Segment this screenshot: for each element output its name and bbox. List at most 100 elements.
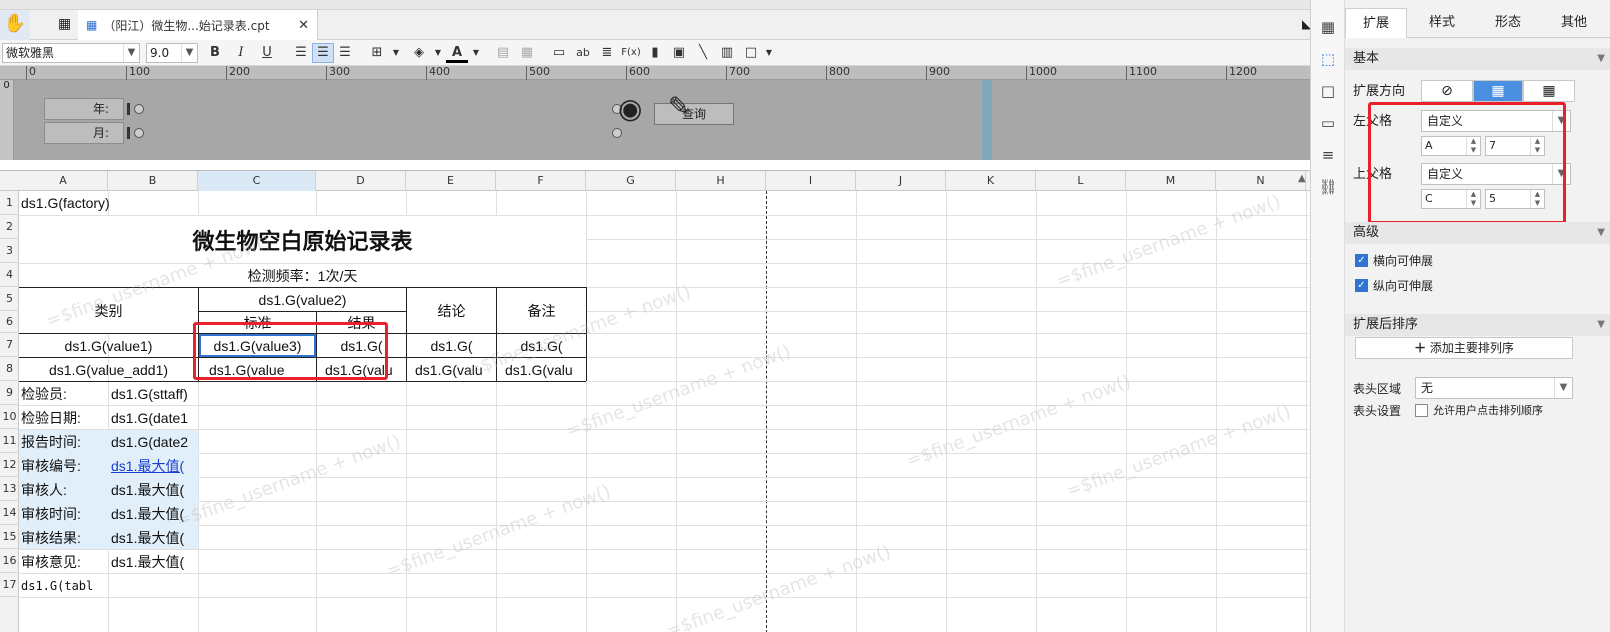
row-header[interactable]: 11	[0, 429, 19, 453]
column-header[interactable]: A	[19, 171, 108, 191]
cell-element-icon[interactable]: ⬚	[1317, 48, 1339, 70]
audit-time-label[interactable]: 审核时间:	[19, 502, 108, 525]
row-header[interactable]: 12	[0, 453, 19, 477]
month-label[interactable]: 月:	[44, 122, 124, 144]
square-icon[interactable]: □	[1317, 80, 1339, 102]
row-header[interactable]: 1	[0, 191, 19, 215]
subreport-icon[interactable]: ▥	[716, 43, 738, 63]
row-header[interactable]: 14	[0, 501, 19, 525]
text-field-icon[interactable]: ▭	[548, 43, 570, 63]
advanced-section-header[interactable]: 高级 ▼	[1345, 222, 1610, 244]
tab-menu-icon[interactable]: ◣	[1302, 17, 1310, 31]
tab-other[interactable]: 其他	[1543, 8, 1605, 38]
row-header[interactable]: 9	[0, 381, 19, 405]
date1-cell[interactable]: ds1.G(date1	[109, 406, 198, 429]
column-header[interactable]: F	[496, 171, 586, 191]
chevron-up-icon[interactable]: ▲	[1298, 173, 1306, 184]
grid-view-icon[interactable]: ▦	[58, 16, 71, 32]
no-expand-button[interactable]: ⊘	[1421, 80, 1473, 102]
add-sort-button[interactable]: ＋ 添加主要排列序	[1355, 337, 1573, 359]
cell-a17[interactable]: ds1.G(tabl	[19, 574, 108, 597]
rich-text-icon[interactable]: ≣	[596, 43, 618, 63]
sort-section-header[interactable]: 扩展后排序 ▼	[1345, 314, 1610, 336]
tab-report-file[interactable]: ▦ （阳江）微生物...始记录表.cpt ✕	[78, 10, 318, 40]
audit-opinion-label[interactable]: 审核意见:	[19, 550, 108, 573]
row-header[interactable]: 13	[0, 477, 19, 501]
font-family-select[interactable]: 微软雅黑 ▼	[2, 43, 140, 63]
cell-a8[interactable]: ds1.G(value_add1)	[19, 358, 198, 381]
merge-cells-icon[interactable]: ▤	[492, 43, 514, 63]
tab-style[interactable]: 样式	[1411, 8, 1473, 38]
row-header[interactable]: 2	[0, 215, 19, 239]
year-label[interactable]: 年:	[44, 98, 124, 120]
column-header[interactable]: G	[586, 171, 676, 191]
chart-icon[interactable]: ▮	[644, 43, 666, 63]
formula-button[interactable]: F(x)	[620, 43, 642, 63]
row-header[interactable]: 10	[0, 405, 19, 429]
auditor-cell[interactable]: ds1.最大值(	[109, 478, 198, 501]
column-header[interactable]: K	[946, 171, 1036, 191]
staff-cell[interactable]: ds1.G(sttaff)	[109, 382, 198, 405]
tab-expand[interactable]: 扩展	[1345, 8, 1407, 38]
font-size-select[interactable]: 9.0 ▼	[146, 43, 198, 63]
align-center-icon[interactable]: ☰	[312, 43, 334, 63]
column-header[interactable]: M	[1126, 171, 1216, 191]
h-extend-checkbox[interactable]: ✓	[1355, 254, 1368, 267]
column-header[interactable]: B	[108, 171, 198, 191]
slash-icon[interactable]: ╲	[692, 43, 714, 63]
image-icon[interactable]: ▣	[668, 43, 690, 63]
row-header[interactable]: 3	[0, 239, 19, 263]
cell-attribute-icon[interactable]: ▦	[1317, 16, 1339, 38]
audit-number-label[interactable]: 审核编号:	[19, 454, 108, 477]
column-header[interactable]: N	[1216, 171, 1306, 191]
column-header[interactable]: I	[766, 171, 856, 191]
column-header[interactable]: J	[856, 171, 946, 191]
header-area-select[interactable]: 无 ▼	[1415, 377, 1573, 399]
text-cell-button[interactable]: ab	[572, 43, 594, 63]
designer-logo-icon[interactable]: ✋	[0, 10, 30, 40]
basic-section-header[interactable]: 基本 ▼	[1345, 48, 1610, 70]
row-header[interactable]: 8	[0, 357, 19, 381]
column-header[interactable]: E	[406, 171, 496, 191]
report-time-label[interactable]: 报告时间:	[19, 430, 108, 453]
underline-button[interactable]: U	[256, 43, 278, 63]
chevron-down-icon[interactable]: ▼	[758, 43, 780, 63]
cell-e7[interactable]: ds1.G(	[407, 334, 496, 357]
widget-radio[interactable]	[612, 128, 622, 138]
date2-cell[interactable]: ds1.G(date2	[109, 430, 198, 453]
link-icon[interactable]: ⛓	[1317, 176, 1339, 198]
horizontal-expand-button[interactable]: ▦	[1523, 80, 1575, 102]
tab-form[interactable]: 形态	[1477, 8, 1539, 38]
value2-header[interactable]: ds1.G(value2)	[199, 288, 406, 311]
bold-button[interactable]: B	[204, 43, 226, 63]
column-header[interactable]: L	[1036, 171, 1126, 191]
condition-icon[interactable]: ≡	[1317, 144, 1339, 166]
row-header[interactable]: 16	[0, 549, 19, 573]
month-radio[interactable]	[134, 128, 144, 138]
column-header[interactable]: C	[198, 171, 316, 191]
align-right-icon[interactable]: ☰	[334, 43, 356, 63]
frequency-cell[interactable]: 检测频率：1次/天	[19, 264, 586, 287]
align-left-icon[interactable]: ☰	[290, 43, 312, 63]
close-icon[interactable]: ✕	[298, 18, 309, 33]
row-header[interactable]: 4	[0, 263, 19, 287]
widget-icon[interactable]: ▭	[1317, 112, 1339, 134]
audit-result-label[interactable]: 审核结果:	[19, 526, 108, 549]
allow-sort-checkbox[interactable]	[1415, 404, 1428, 417]
row-header[interactable]: 15	[0, 525, 19, 549]
v-extend-checkbox[interactable]: ✓	[1355, 279, 1368, 292]
audit-number-link[interactable]: ds1.最大值(	[109, 454, 198, 477]
auditor-label[interactable]: 审核人:	[19, 478, 108, 501]
inspect-date-label[interactable]: 检验日期:	[19, 406, 108, 429]
chevron-down-icon[interactable]: ▼	[465, 43, 487, 63]
column-header[interactable]: H	[676, 171, 766, 191]
split-cells-icon[interactable]: ▦	[516, 43, 538, 63]
row-header[interactable]: 6	[0, 311, 19, 333]
audit-opinion-cell[interactable]: ds1.最大值(	[109, 550, 198, 573]
inspector-label[interactable]: 检验员:	[19, 382, 108, 405]
spreadsheet-grid[interactable]: A B C D E F G H I J K L M N ▲ 1 2 3 4 5 …	[0, 170, 1310, 632]
chevron-down-icon[interactable]: ▼	[385, 43, 407, 63]
row-header[interactable]: 7	[0, 333, 19, 357]
vertical-expand-button[interactable]: ▦	[1473, 80, 1523, 102]
italic-button[interactable]: I	[230, 43, 252, 63]
